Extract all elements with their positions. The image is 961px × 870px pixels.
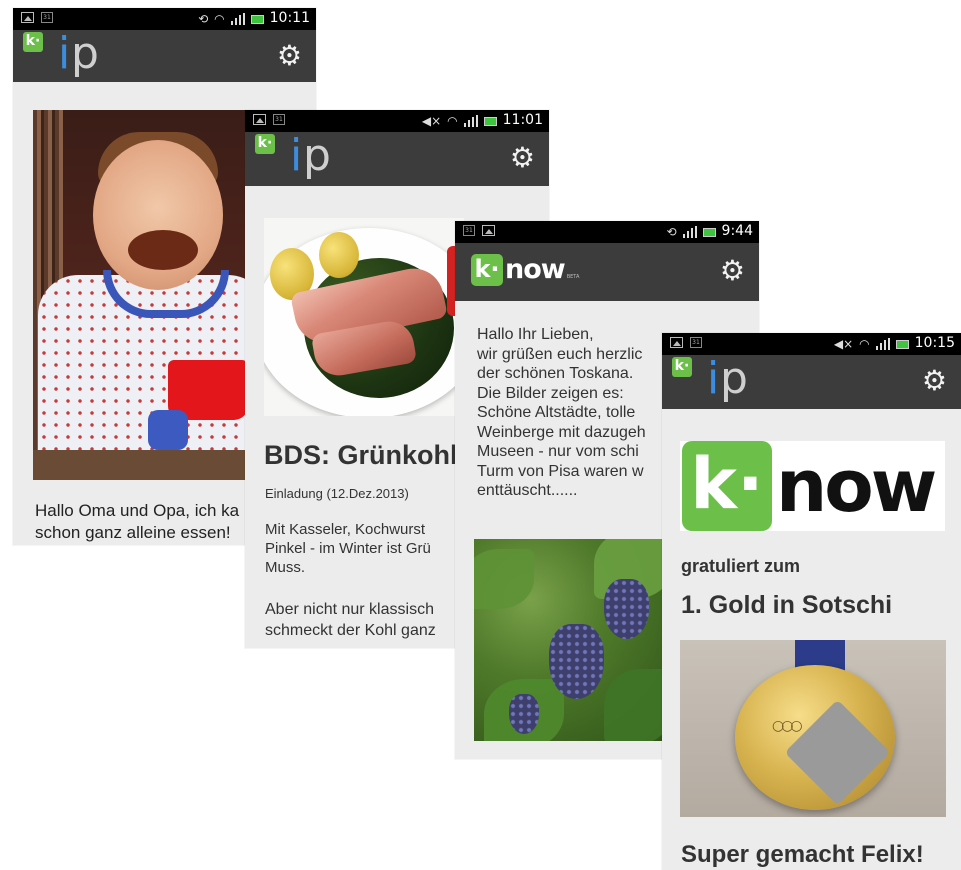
gallery-icon: [670, 337, 683, 348]
wifi-icon: ◠: [447, 113, 458, 128]
status-bar: 31 ⟲ 9:44: [455, 221, 759, 243]
mute-icon: ◀×: [421, 113, 442, 128]
gear-icon[interactable]: ⚙: [720, 257, 745, 285]
app-logo-p: p: [303, 130, 331, 181]
know-banner-badge: k·: [682, 441, 772, 531]
gallery-icon: [482, 225, 495, 236]
clock: 10:11: [269, 10, 310, 26]
signal-icon: [682, 225, 697, 238]
battery-icon: [895, 339, 909, 349]
post-paragraph-1: Mit Kasseler, Kochwurst Pinkel - im Wint…: [265, 521, 431, 576]
post-title: BDS: Grünkohl: [264, 440, 458, 470]
status-bar: 31 ◀× ◠ 11:01: [245, 110, 549, 132]
mute-icon: ◀×: [833, 336, 854, 351]
grapes-photo[interactable]: [474, 539, 663, 741]
baby-photo[interactable]: [33, 110, 273, 480]
k-logo-badge: k·: [255, 134, 275, 154]
battery-icon: [250, 14, 264, 24]
wifi-icon: ◠: [859, 336, 870, 351]
gear-icon[interactable]: ⚙: [277, 42, 302, 70]
status-bar: 31 ⟲ ◠ 10:11: [13, 8, 316, 30]
know-banner: k· now: [680, 441, 945, 531]
app-bar: k· i p ⚙: [13, 28, 316, 82]
medal-photo[interactable]: ○○○: [680, 640, 946, 817]
battery-icon: [483, 116, 497, 126]
calendar-icon: 31: [690, 337, 702, 348]
app-logo-i: i: [58, 28, 71, 79]
k-logo-badge: k·: [672, 357, 692, 377]
app-logo-p: p: [720, 353, 748, 404]
rotate-icon: ⟲: [198, 11, 209, 26]
k-logo-badge: k·: [23, 32, 43, 52]
post-paragraph-2: Aber nicht nur klassisch schmeckt der Ko…: [265, 601, 436, 639]
kicker-text: gratuliert zum: [681, 556, 801, 576]
know-banner-word: now: [776, 444, 937, 528]
know-logo-beta: BETA: [566, 273, 580, 280]
battery-icon: [702, 227, 716, 237]
phone-screen-4: 31 ◀× ◠ 10:15 k· i p ⚙ k· now gratuliert…: [662, 333, 961, 870]
clock: 11:01: [502, 112, 543, 128]
wifi-icon: ◠: [214, 11, 225, 26]
gallery-icon: [253, 114, 266, 125]
know-logo-badge: k·: [471, 253, 503, 286]
post-subtitle: Einladung (12.Dez.2013): [265, 486, 409, 501]
rotate-icon: ⟲: [666, 224, 677, 239]
app-bar: k· i p ⚙: [245, 130, 549, 186]
footer-text: Super gemacht Felix!: [681, 841, 924, 868]
calendar-icon: 31: [273, 114, 285, 125]
app-logo-i: i: [290, 130, 303, 181]
gear-icon[interactable]: ⚙: [922, 367, 947, 395]
app-bar: k· i p ⚙: [662, 353, 961, 409]
gallery-icon: [21, 12, 34, 23]
calendar-icon: 31: [463, 225, 475, 236]
app-logo-p: p: [71, 28, 99, 79]
signal-icon: [463, 114, 478, 127]
clock: 10:15: [914, 335, 955, 351]
gear-icon[interactable]: ⚙: [510, 144, 535, 172]
app-bar: k· now BETA ⚙: [455, 243, 759, 301]
food-photo[interactable]: [264, 218, 464, 416]
signal-icon: [230, 12, 245, 25]
know-logo-word: now: [505, 254, 566, 285]
know-logo: k· now BETA: [471, 252, 579, 287]
headline: 1. Gold in Sotschi: [681, 591, 893, 619]
app-logo-i: i: [707, 353, 720, 404]
olympic-rings-icon: ○○○: [772, 718, 803, 734]
status-bar: 31 ◀× ◠ 10:15: [662, 333, 961, 355]
clock: 9:44: [721, 223, 753, 239]
signal-icon: [875, 337, 890, 350]
calendar-icon: 31: [41, 12, 53, 23]
